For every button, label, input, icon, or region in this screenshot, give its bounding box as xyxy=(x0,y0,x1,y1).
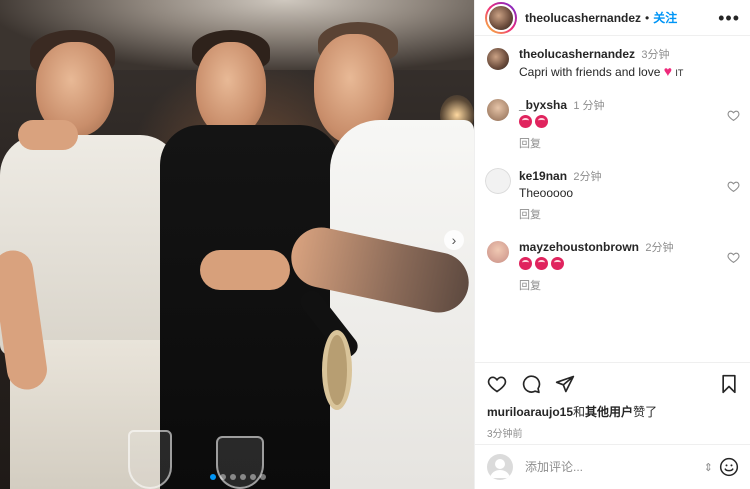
comment-emojis xyxy=(519,114,718,130)
comment-icon[interactable] xyxy=(521,374,541,394)
emoji-picker-icon[interactable] xyxy=(719,457,739,477)
likes-suffix: 赞了 xyxy=(633,405,658,419)
comment-row: mayzehoustonbrown 2分钟 回复 xyxy=(485,239,740,294)
comment-row: ke19nan 2分钟 Theooooo 回复 xyxy=(485,168,740,223)
carousel-dot xyxy=(240,474,246,480)
caption-text: Capri with friends and love xyxy=(519,65,661,79)
share-send-icon[interactable] xyxy=(555,374,575,394)
comment-time: 2分钟 xyxy=(645,242,674,254)
post-photo[interactable]: › xyxy=(0,0,474,489)
reply-button[interactable]: 回复 xyxy=(519,207,718,223)
pink-heart-emoji: ♥ xyxy=(663,63,673,79)
caption-username[interactable]: theolucashernandez xyxy=(519,47,635,61)
comment-username[interactable]: _byxsha xyxy=(519,98,567,112)
comment-time: 1 分钟 xyxy=(573,100,605,112)
comment-row: _byxsha 1 分钟 回复 xyxy=(485,97,740,152)
heart-eyes-emoji-icon xyxy=(519,257,532,270)
current-user-avatar xyxy=(487,454,513,480)
heart-eyes-emoji-icon xyxy=(535,257,548,270)
follow-button[interactable]: 关注 xyxy=(653,9,677,26)
carousel-dots xyxy=(210,474,266,480)
commenter-avatar[interactable] xyxy=(485,168,511,194)
post-actions: muriloaraujo15和其他用户赞了 3分钟前 xyxy=(475,362,750,440)
save-bookmark-icon[interactable] xyxy=(719,374,739,394)
caption-time: 3分钟 xyxy=(641,49,670,61)
comment-input[interactable] xyxy=(525,460,704,474)
more-options-icon[interactable]: ••• xyxy=(718,9,740,27)
commenter-avatar[interactable] xyxy=(485,239,511,265)
comment-username[interactable]: ke19nan xyxy=(519,169,567,183)
reply-button[interactable]: 回复 xyxy=(519,278,718,294)
like-comment-heart-icon[interactable] xyxy=(727,180,740,193)
carousel-dot xyxy=(260,474,266,480)
likes-connector: 和 xyxy=(573,405,586,419)
add-comment-bar: ⇕ xyxy=(475,444,750,489)
like-comment-heart-icon[interactable] xyxy=(727,109,740,122)
other-likers-link[interactable]: 其他用户 xyxy=(585,405,633,419)
like-heart-icon[interactable] xyxy=(487,374,507,394)
posted-time: 3分钟前 xyxy=(487,429,523,440)
reply-button[interactable]: 回复 xyxy=(519,136,718,152)
comment-emojis xyxy=(519,256,718,272)
carousel-dot xyxy=(220,474,226,480)
heart-eyes-emoji-icon xyxy=(519,115,532,128)
comment-time: 2分钟 xyxy=(573,171,602,183)
commenter-avatar[interactable] xyxy=(485,97,511,123)
like-comment-heart-icon[interactable] xyxy=(727,251,740,264)
carousel-dot xyxy=(230,474,236,480)
comment-text: Theooooo xyxy=(519,186,574,200)
post-side-panel: theolucashernandez • 关注 ••• theolucasher… xyxy=(474,0,750,489)
carousel-next-button[interactable]: › xyxy=(444,230,464,250)
heart-eyes-emoji-icon xyxy=(551,257,564,270)
post-header: theolucashernandez • 关注 ••• xyxy=(475,0,750,36)
author-username[interactable]: theolucashernandez xyxy=(525,11,641,25)
separator-dot: • xyxy=(645,10,650,25)
wine-glass xyxy=(216,436,264,489)
sort-toggle-icon[interactable]: ⇕ xyxy=(704,461,713,474)
author-avatar[interactable] xyxy=(485,1,517,34)
comment-username[interactable]: mayzehoustonbrown xyxy=(519,240,639,254)
liker-username[interactable]: muriloaraujo15 xyxy=(487,405,573,419)
carousel-dot xyxy=(250,474,256,480)
italy-flag-emoji: IT xyxy=(675,68,684,78)
tambourine xyxy=(322,330,352,410)
caption-avatar[interactable] xyxy=(485,46,511,72)
carousel-dot xyxy=(210,474,216,480)
likes-summary: muriloaraujo15和其他用户赞了 xyxy=(487,403,739,420)
comments-list: theolucashernandez 3分钟 Capri with friend… xyxy=(475,36,750,354)
heart-eyes-emoji-icon xyxy=(535,115,548,128)
wine-glass xyxy=(128,430,172,489)
caption-row: theolucashernandez 3分钟 Capri with friend… xyxy=(485,46,740,81)
